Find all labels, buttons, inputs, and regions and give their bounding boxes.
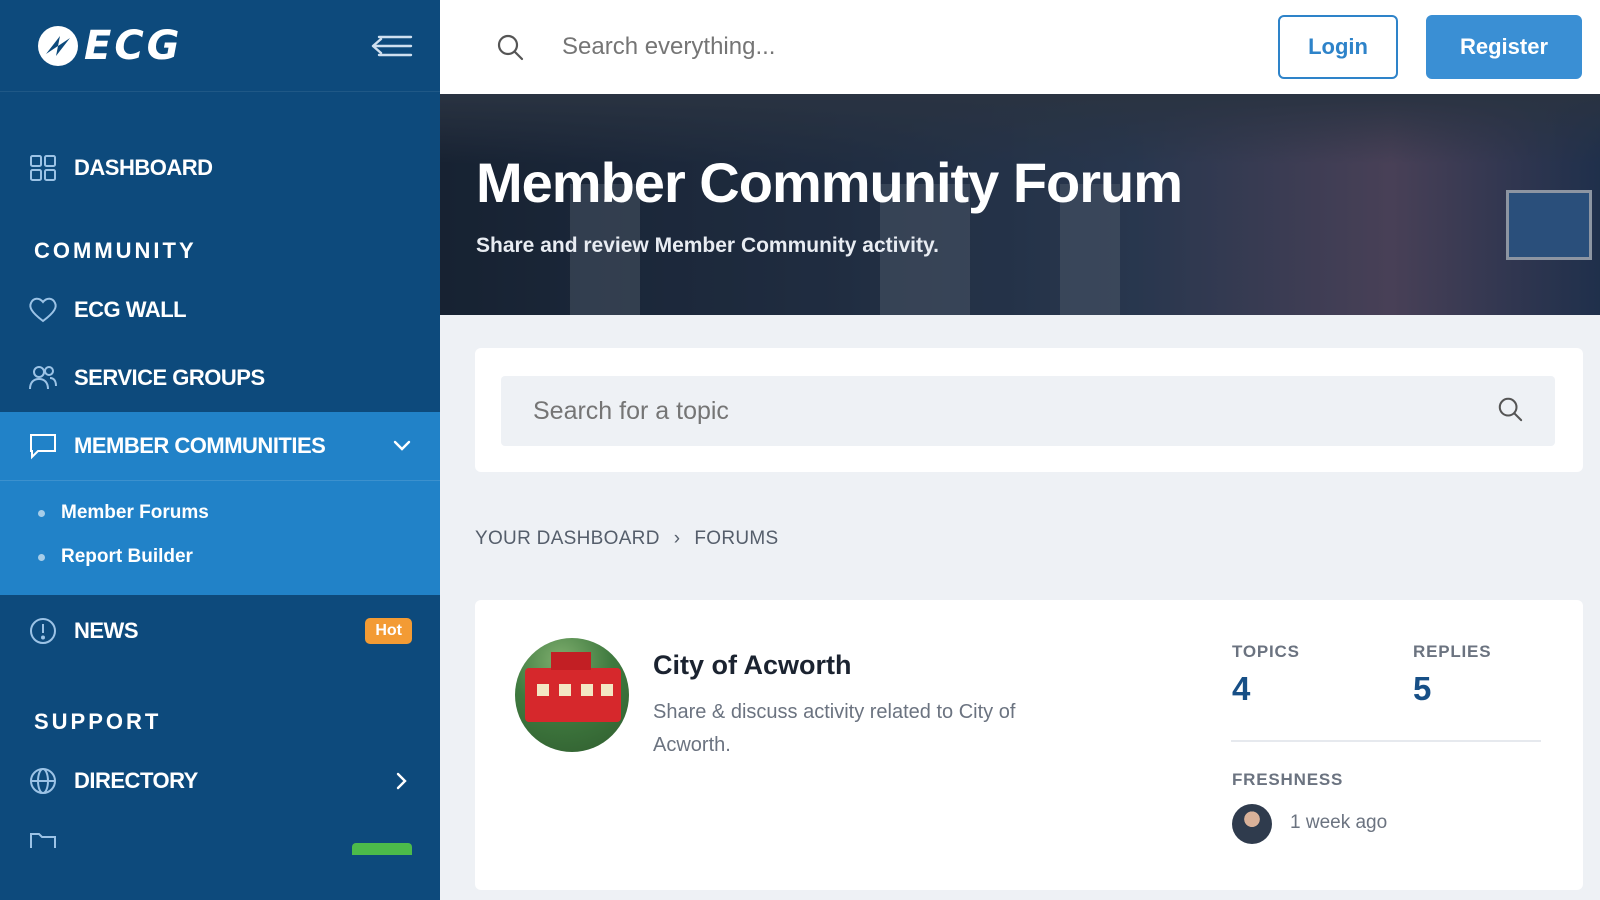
collapse-sidebar-icon[interactable] [370,31,414,61]
sidebar-item-label: MEMBER COMMUNITIES [74,433,326,458]
submenu-item-label: Report Builder [61,546,193,567]
brand-bar: ECG [0,0,440,92]
sidebar-item-ecg-wall[interactable]: ECG WALL [0,276,440,344]
bullet-icon [38,553,45,561]
forum-card: City of Acworth Share & discuss activity… [475,600,1583,890]
info-circle-icon [28,616,58,646]
forum-title-link[interactable]: City of Acworth [653,650,852,681]
caboose-image [525,652,621,722]
sidebar-item-label: SERVICE GROUPS [74,365,265,390]
forum-description: Share & discuss activity related to City… [653,701,1016,756]
breadcrumb-dashboard-link[interactable]: YOUR DASHBOARD [475,528,660,550]
replies-label: REPLIES [1413,642,1492,661]
replies-count: 5 [1413,670,1432,707]
member-communities-submenu: Member Forums Report Builder [0,480,440,595]
topic-search-field [501,376,1555,446]
ecg-logo[interactable]: ECG [36,23,183,69]
users-icon [28,363,58,393]
freshness-time-link[interactable]: 1 week ago [1290,812,1387,834]
page-title: Member Community Forum [476,151,1183,214]
sidebar-item-directory[interactable]: DIRECTORY [0,747,440,815]
search-icon[interactable] [496,32,526,62]
logo-text: ECG [84,22,183,69]
logo-mark-icon [38,25,78,66]
folder-icon [28,825,58,855]
stats-divider [1231,740,1541,742]
global-search-input[interactable] [562,33,1122,61]
avatar[interactable] [1232,804,1272,844]
sidebar-item-member-communities[interactable]: MEMBER COMMUNITIES [0,412,440,480]
support-heading: SUPPORT [34,709,162,734]
sidebar-item-news[interactable]: NEWS Hot [0,597,440,665]
community-heading: COMMUNITY [34,238,197,263]
register-button[interactable]: Register [1426,15,1582,79]
topics-count: 4 [1232,670,1251,707]
topics-label: TOPICS [1232,642,1300,661]
sidebar-item-label: ECG WALL [74,297,187,322]
topic-search-card [475,348,1583,472]
page-subtitle: Share and review Member Community activi… [476,234,939,257]
submenu-item-label: Member Forums [61,502,209,523]
breadcrumb-separator: › [673,528,681,549]
sidebar-item-service-groups[interactable]: SERVICE GROUPS [0,344,440,412]
globe-icon [28,766,58,796]
top-bar: Login Register [440,0,1600,94]
bullet-icon [38,509,45,517]
grid-icon [28,153,58,183]
sidebar: ECG DASHBOARD COMMUNITY ECG WALL SERVICE… [0,0,440,900]
forum-avatar[interactable] [515,638,629,752]
sidebar-item-partial[interactable] [0,815,440,855]
breadcrumb-current: FORUMS [694,528,779,549]
sidebar-item-dashboard[interactable]: DASHBOARD [0,134,440,202]
search-icon[interactable] [1497,396,1523,427]
chat-icon [28,431,58,461]
heart-icon [28,295,58,325]
hero-banner: Member Community Forum Share and review … [440,94,1600,315]
topic-search-input[interactable] [533,396,1497,426]
breadcrumb: YOUR DASHBOARD › FORUMS [475,528,779,550]
sidebar-item-label: DASHBOARD [74,155,213,180]
chevron-right-icon [392,771,412,791]
sidebar-item-label: DIRECTORY [74,768,198,793]
sidebar-item-label: NEWS [74,618,139,643]
freshness-label: FRESHNESS [1232,770,1344,789]
login-button[interactable]: Login [1278,15,1398,79]
new-badge [352,843,412,855]
submenu-item-report-builder[interactable]: Report Builder [0,535,440,579]
hot-badge: Hot [365,618,412,644]
submenu-item-member-forums[interactable]: Member Forums [0,491,440,535]
chevron-down-icon [392,436,412,456]
